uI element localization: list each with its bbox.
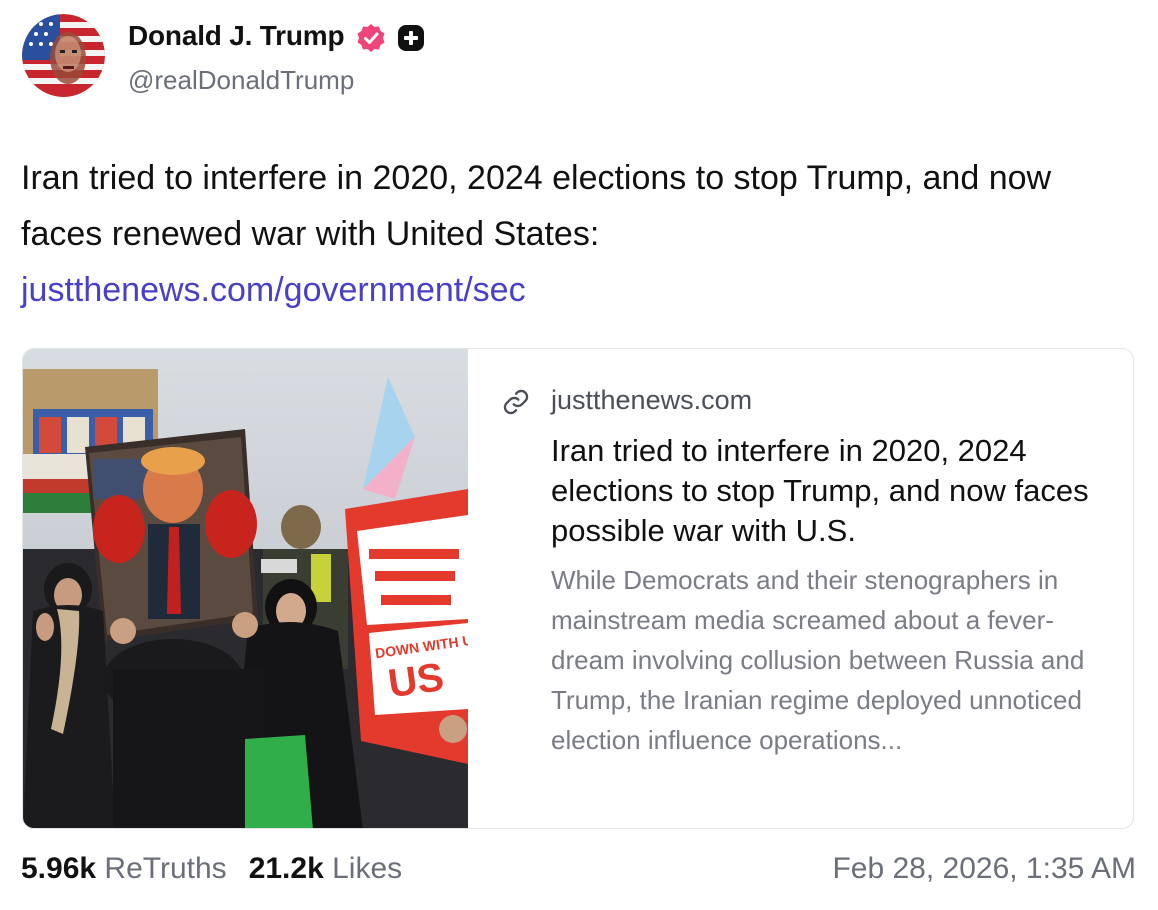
retruths-label: ReTruths	[104, 852, 227, 885]
preview-image: DOWN WITH US US	[23, 349, 468, 828]
link-preview-card[interactable]: DOWN WITH US US justthenews.com Iran tri…	[22, 348, 1134, 829]
avatar-image	[22, 14, 105, 97]
link-icon	[502, 388, 530, 416]
post-stats: 5.96k ReTruths 21.2k Likes	[21, 852, 402, 886]
likes-count: 21.2k	[248, 852, 324, 885]
svg-text:US: US	[385, 655, 446, 706]
retruths-stat[interactable]: 5.96k ReTruths	[21, 852, 227, 885]
card-title[interactable]: Iran tried to interfere in 2020, 2024 el…	[551, 431, 1111, 551]
display-name[interactable]: Donald J. Trump	[128, 20, 345, 52]
card-domain[interactable]: justthenews.com	[551, 385, 752, 416]
user-handle[interactable]: @realDonaldTrump	[128, 65, 354, 96]
likes-stat[interactable]: 21.2k Likes	[249, 852, 402, 885]
avatar[interactable]	[22, 14, 105, 97]
verified-badge-icon	[356, 23, 386, 53]
post-text: Iran tried to interfere in 2020, 2024 el…	[21, 159, 1052, 253]
retruths-count: 5.96k	[21, 852, 97, 885]
card-description: While Democrats and their stenographers …	[551, 565, 1085, 755]
post-timestamp[interactable]: Feb 28, 2026, 1:35 AM	[832, 852, 1136, 886]
post-link[interactable]: justthenews.com/government/sec	[21, 262, 526, 318]
plus-badge-icon	[397, 24, 425, 52]
likes-label: Likes	[332, 852, 403, 885]
